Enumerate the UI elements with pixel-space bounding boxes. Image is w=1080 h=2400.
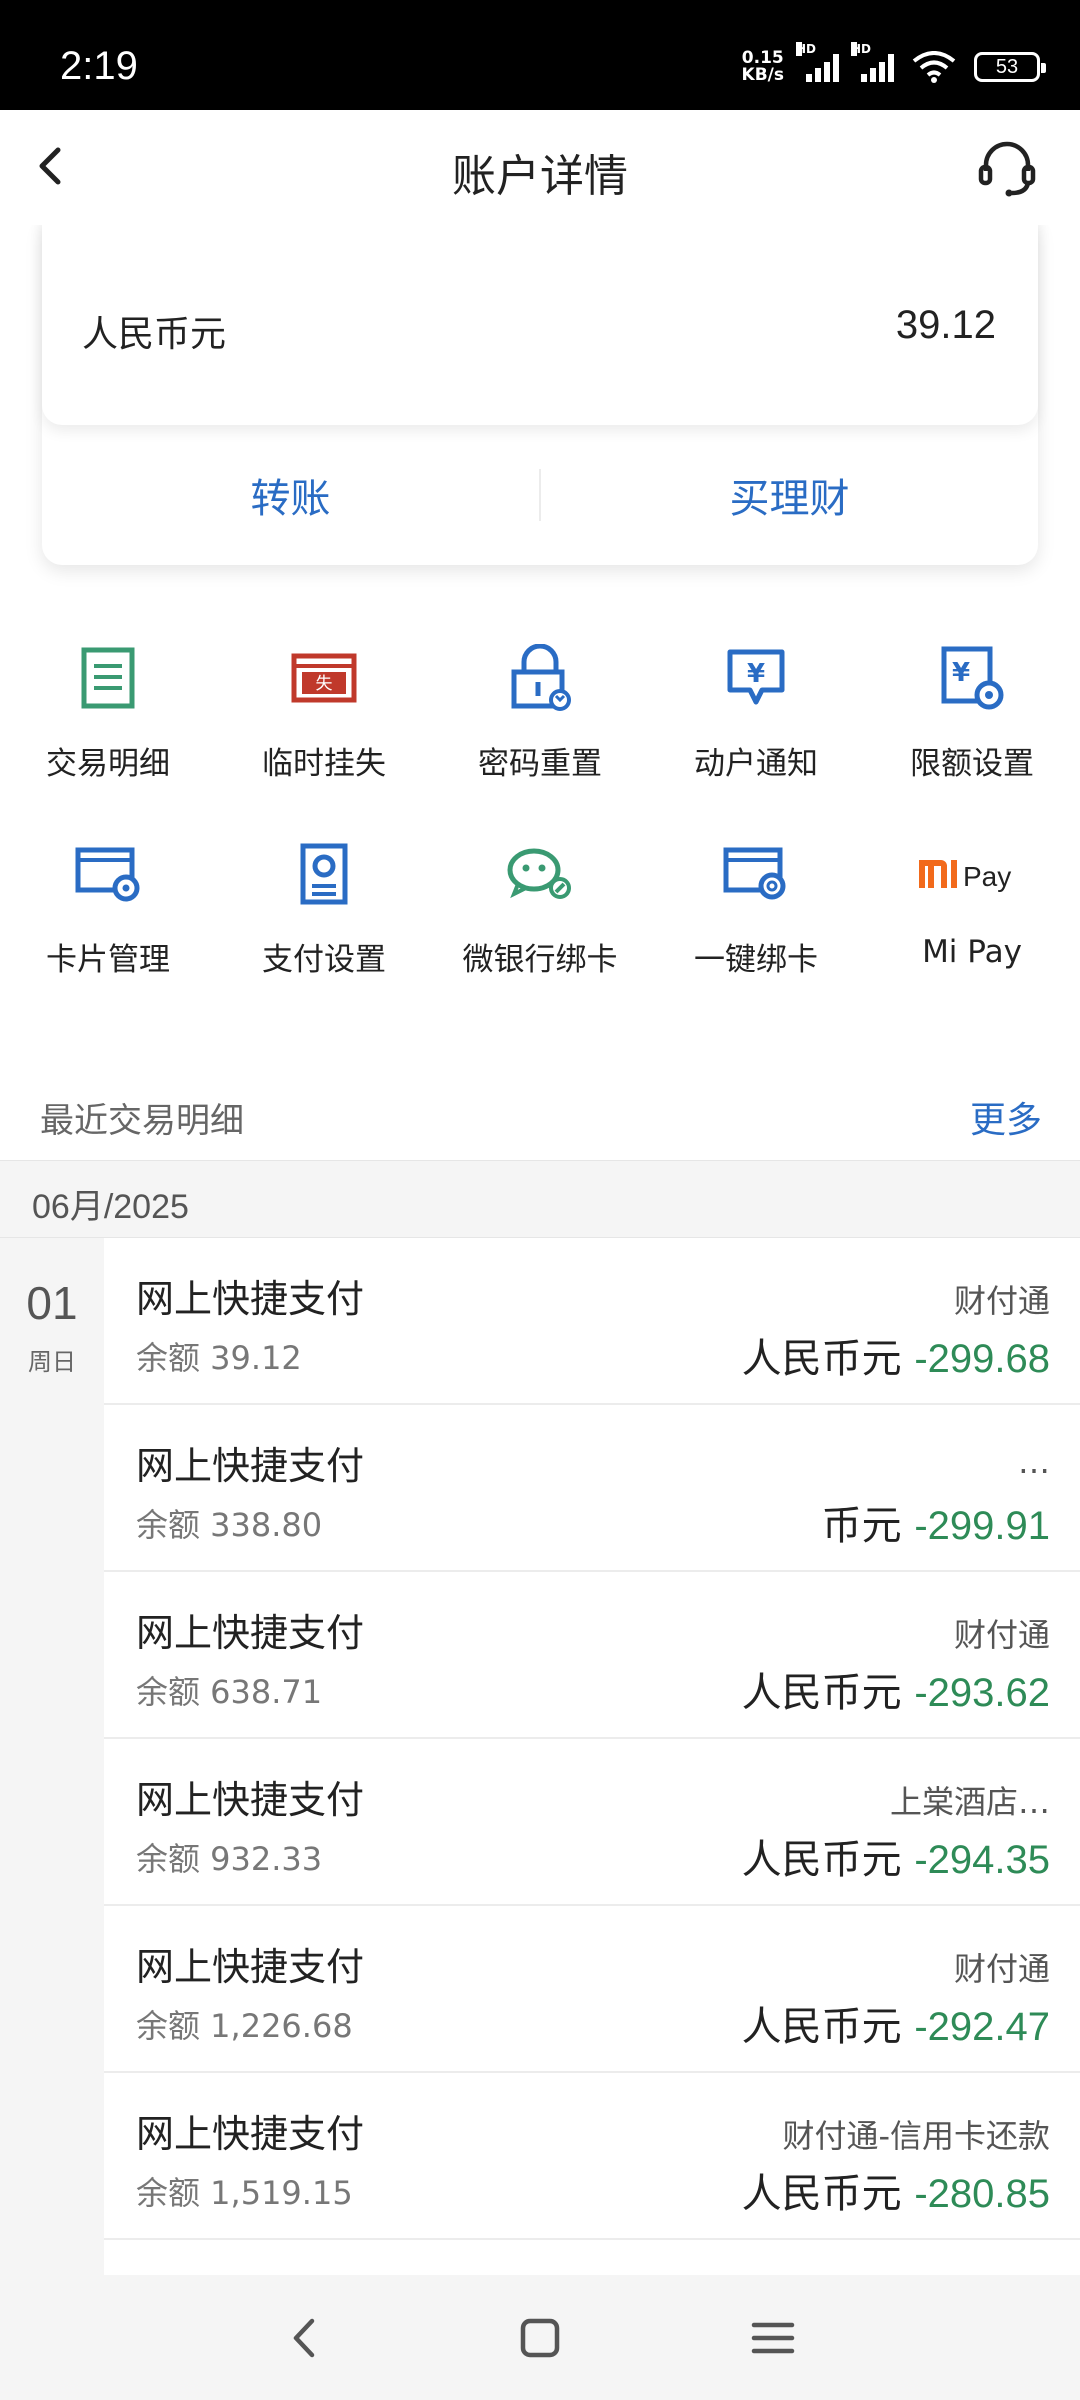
transaction-balance: 余额 338.80 <box>136 1506 323 1544</box>
transaction-currency: 人民币元 <box>741 1837 902 1883</box>
transaction-amount: 人民币元 -293.62 <box>742 1660 1050 1718</box>
transaction-row[interactable]: 网上快捷支付 余额 932.33 上棠酒店… 人民币元 -294.35 <box>104 1739 1080 1906</box>
status-bar: 2:19 0.15 KB/s HD HD 53 <box>0 0 1080 110</box>
menu-lines-icon <box>751 2322 795 2354</box>
status-indicators: 0.15 KB/s HD HD 53 <box>741 42 1046 85</box>
transaction-currency: 人民币元 <box>741 2171 902 2217</box>
headset-icon <box>978 141 1036 197</box>
transaction-row[interactable]: 网上快捷支付 余额 39.12 财付通 人民币元 -299.68 <box>104 1238 1080 1405</box>
transaction-amount: 人民币元 -292.47 <box>742 1994 1050 2052</box>
transaction-value: -299.68 <box>914 1337 1050 1381</box>
transaction-value: -280.85 <box>914 2172 1050 2216</box>
transaction-currency: 币元 <box>821 1503 902 1549</box>
transaction-balance: 余额 932.33 <box>136 1840 323 1878</box>
transaction-balance: 余额 1,519.15 <box>136 2174 353 2212</box>
transaction-name: 网上快捷支付 <box>136 1444 365 1488</box>
transaction-name: 网上快捷支付 <box>136 1945 365 1989</box>
transaction-amount: 币元 -299.91 <box>822 1493 1050 1551</box>
transaction-value: -292.47 <box>914 2005 1050 2049</box>
signal-icon: HD <box>796 42 839 82</box>
chevron-left-icon <box>293 2318 315 2358</box>
transaction-name: 网上快捷支付 <box>136 1277 365 1321</box>
page-title: 账户详情 <box>452 151 628 202</box>
transaction-list: 网上快捷支付 余额 39.12 财付通 人民币元 -299.68 网上快捷支付 … <box>104 1238 1080 2240</box>
transaction-balance: 余额 1,226.68 <box>136 2007 353 2045</box>
month-header: 06月/2025 <box>0 1160 1080 1238</box>
transaction-merchant: 财付通 <box>953 1616 1050 1654</box>
transaction-merchant: 上棠酒店… <box>889 1783 1050 1821</box>
transaction-value: -294.35 <box>914 1838 1050 1882</box>
transaction-name: 网上快捷支付 <box>136 1778 365 1822</box>
status-time: 2:19 <box>60 44 138 88</box>
app-header: 账户详情 <box>0 110 1080 225</box>
date-weekday: 周日 <box>28 1348 76 1376</box>
transaction-name: 网上快捷支付 <box>136 2112 365 2156</box>
battery-indicator: 53 <box>974 52 1046 82</box>
customer-service-button[interactable] <box>974 135 1040 201</box>
transaction-balance: 余额 638.71 <box>136 1673 323 1711</box>
transaction-row[interactable]: 网上快捷支付 余额 638.71 财付通 人民币元 -293.62 <box>104 1572 1080 1739</box>
signal-icon: HD <box>851 42 894 82</box>
transaction-currency: 人民币元 <box>741 1336 902 1382</box>
nav-home-button[interactable] <box>507 2305 573 2371</box>
transaction-amount: 人民币元 -280.85 <box>742 2161 1050 2219</box>
nav-menu-button[interactable] <box>740 2305 806 2371</box>
transaction-merchant: 财付通 <box>953 1282 1050 1320</box>
transaction-balance: 余额 39.12 <box>136 1339 302 1377</box>
transaction-row[interactable]: 网上快捷支付 余额 1,226.68 财付通 人民币元 -292.47 <box>104 1906 1080 2073</box>
recent-transactions-title: 最近交易明细 <box>40 1101 244 1141</box>
transaction-value: -299.91 <box>914 1504 1050 1548</box>
transaction-name: 网上快捷支付 <box>136 1611 365 1655</box>
recent-transactions-header: 最近交易明细 更多 <box>0 1055 1080 1165</box>
transaction-merchant: 财付通 <box>953 1950 1050 1988</box>
transaction-value: -293.62 <box>914 1671 1050 1715</box>
transaction-currency: 人民币元 <box>741 2004 902 2050</box>
system-navigation-bar <box>0 2275 1080 2400</box>
transaction-merchant: 财付通-信用卡还款 <box>782 2117 1050 2155</box>
wifi-icon <box>912 51 956 83</box>
date-column: 01 周日 <box>0 1238 104 2278</box>
square-home-icon <box>520 2318 560 2358</box>
transaction-row[interactable]: 网上快捷支付 余额 338.80 … 币元 -299.91 <box>104 1405 1080 1572</box>
transaction-row[interactable]: 网上快捷支付 余额 1,519.15 财付通-信用卡还款 人民币元 -280.8… <box>104 2073 1080 2240</box>
more-link[interactable]: 更多 <box>970 1091 1042 1143</box>
date-day: 01 <box>26 1277 78 1329</box>
transaction-merchant: … <box>1018 1443 1050 1481</box>
nav-back-button[interactable] <box>272 2305 338 2371</box>
transaction-amount: 人民币元 -294.35 <box>742 1827 1050 1885</box>
month-label: 06月/2025 <box>32 1188 189 1226</box>
transaction-amount: 人民币元 -299.68 <box>742 1326 1050 1384</box>
network-speed: 0.15 KB/s <box>741 48 784 85</box>
transaction-currency: 人民币元 <box>741 1670 902 1716</box>
